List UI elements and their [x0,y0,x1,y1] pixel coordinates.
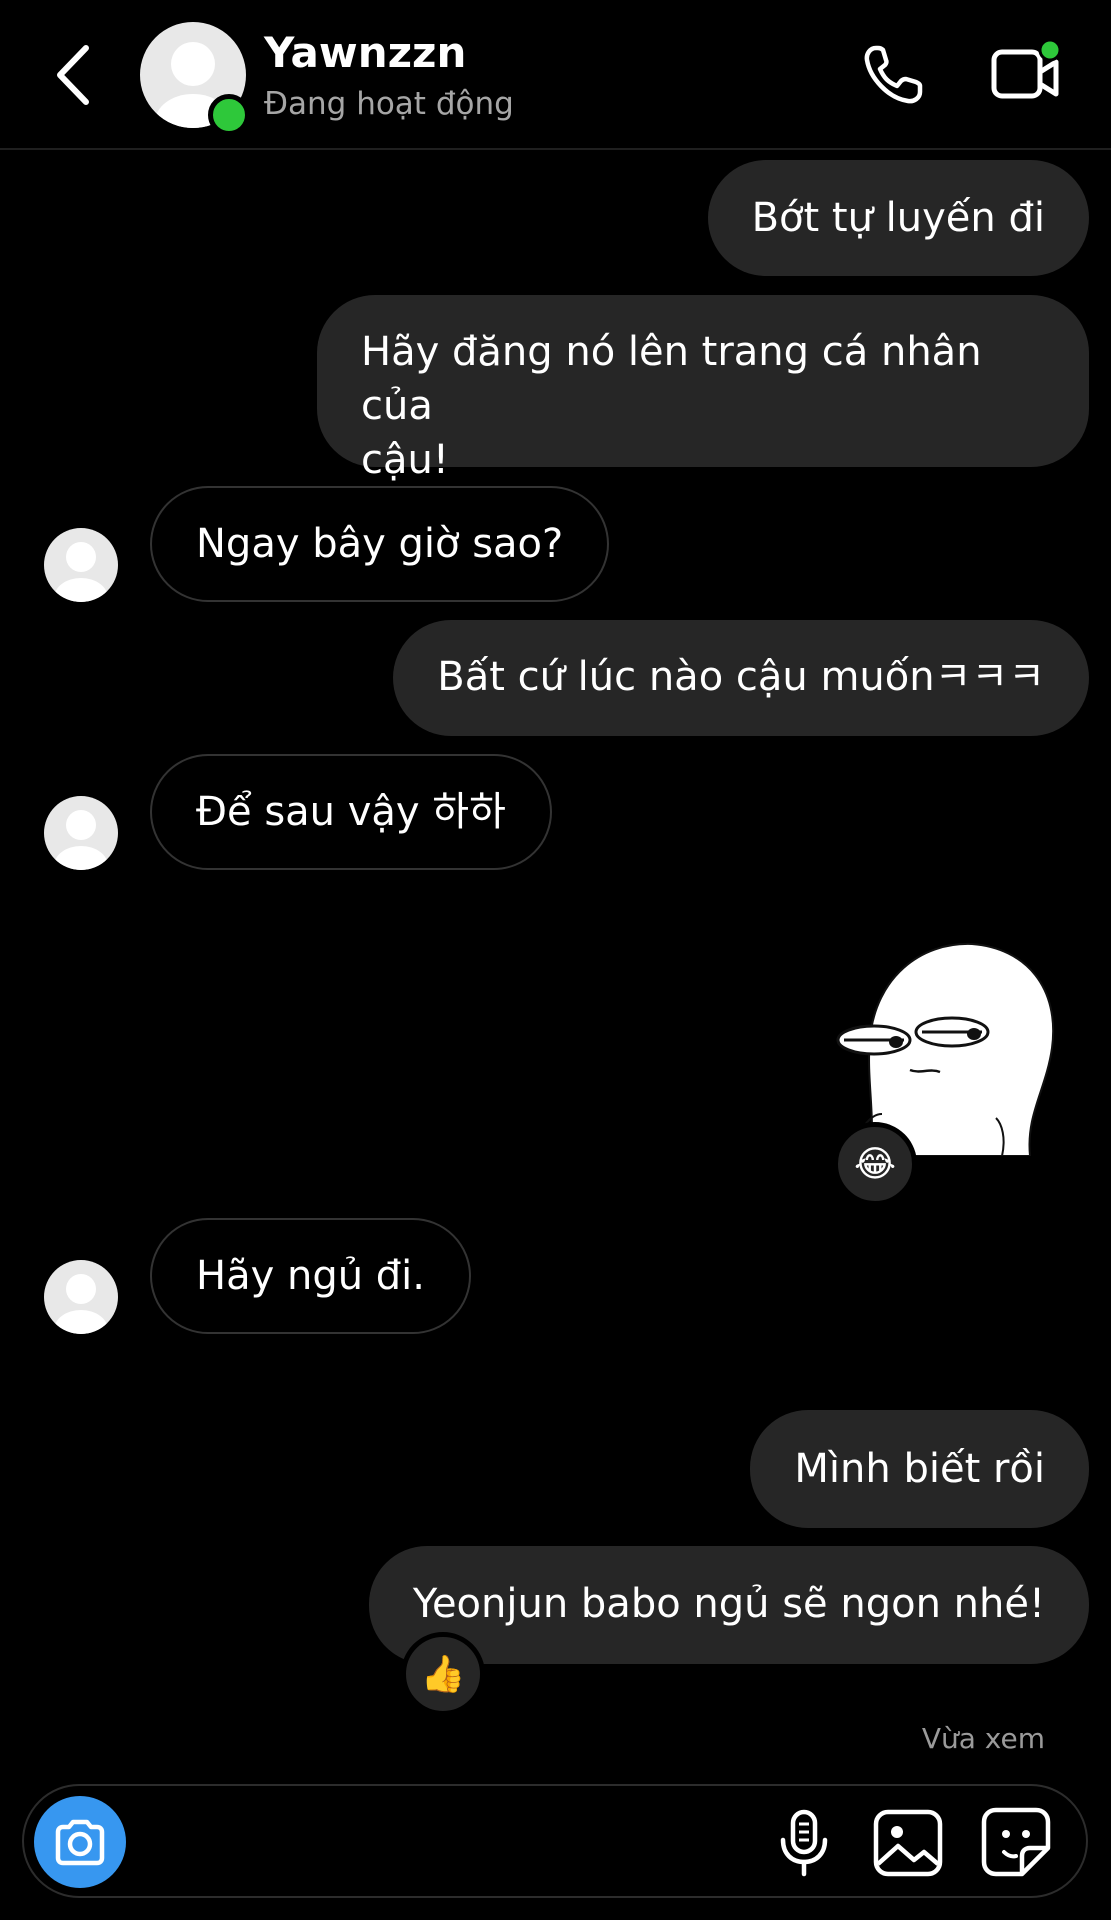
online-indicator [208,94,250,136]
message-bubble-incoming[interactable]: Hãy ngủ đi. [150,1218,472,1334]
phone-icon[interactable] [858,40,928,110]
message-text: Bất cứ lúc nào cậu muốnㅋㅋㅋ [437,654,1045,700]
image-gallery-icon[interactable] [870,1804,946,1880]
back-chevron-icon[interactable] [50,40,100,110]
message-bubble-outgoing[interactable]: Bớt tự luyến đi [707,160,1089,276]
reaction-badge[interactable]: 😂 [833,1122,917,1206]
message-text: Yeonjun babo ngủ sẽ ngon nhé! [412,1581,1045,1627]
message-text: Ngay bây giờ sao? [196,521,564,567]
default-avatar-icon [54,810,108,870]
laughing-emoji-icon: 😂 [853,1143,897,1185]
message-bubble-outgoing[interactable]: Hãy đăng nó lên trang cá nhân của cậu! [317,295,1089,483]
sticker-icon[interactable] [978,1804,1054,1880]
contact-avatar-small[interactable] [44,796,118,870]
default-avatar-icon [54,542,108,602]
seen-status: Vừa xem [921,1722,1045,1755]
contact-name[interactable]: Yawnzzn [264,28,466,77]
contact-avatar-small[interactable] [44,528,118,602]
message-bubble-outgoing[interactable]: Bất cứ lúc nào cậu muốnㅋㅋㅋ [393,620,1089,736]
message-text: Bớt tự luyến đi [751,195,1045,241]
video-camera-icon[interactable] [990,38,1062,110]
message-bubble-outgoing[interactable]: Yeonjun babo ngủ sẽ ngon nhé! [368,1546,1089,1664]
contact-avatar-small[interactable] [44,1260,118,1334]
message-text: Để sau vậy 하하 [196,789,506,835]
microphone-icon[interactable] [766,1804,842,1880]
camera-icon [55,1819,105,1866]
camera-button[interactable] [34,1796,126,1888]
message-text: Hãy đăng nó lên trang cá nhân của [361,329,982,429]
reaction-badge[interactable]: 👍 [401,1632,485,1716]
message-text: cậu! [361,437,449,483]
thumbs-up-emoji-icon: 👍 [420,1654,466,1695]
message-bubble-incoming[interactable]: Để sau vậy 하하 [150,754,552,870]
contact-status: Đang hoạt động [264,86,514,122]
message-bubble-incoming[interactable]: Ngay bây giờ sao? [150,486,610,602]
message-text: Hãy ngủ đi. [196,1253,426,1299]
message-text: Mình biết rồi [794,1446,1045,1492]
default-avatar-icon [54,1274,108,1334]
message-bubble-outgoing[interactable]: Mình biết rồi [750,1410,1089,1528]
chat-header: Yawnzzn Đang hoạt động [0,0,1111,150]
